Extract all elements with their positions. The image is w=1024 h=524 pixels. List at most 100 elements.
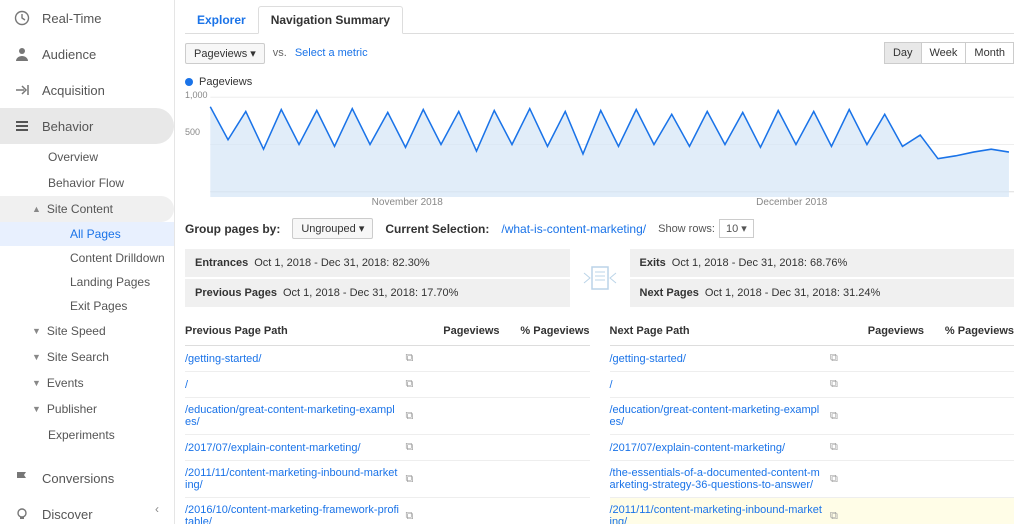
tab-navigation-summary[interactable]: Navigation Summary [258,6,403,34]
external-link-icon[interactable]: ⧉ [406,352,430,365]
table-row: /2017/07/explain-content-marketing/ ⧉ [610,435,1015,461]
y-label: 500 [185,127,200,137]
table-row: /getting-started/ ⧉ [610,346,1015,372]
external-link-icon[interactable]: ⧉ [830,441,854,454]
time-range-buttons: Day Week Month [885,42,1014,64]
table-row: / ⧉ [185,372,590,398]
nav-behavior[interactable]: Behavior [0,108,174,144]
collapse-sidebar-icon[interactable]: ‹ [155,502,159,516]
time-day[interactable]: Day [884,42,922,64]
sub-content-drilldown[interactable]: Content Drilldown [0,246,174,270]
x-label: November 2018 [215,197,600,208]
external-link-icon[interactable]: ⧉ [406,378,430,391]
path-link[interactable]: /2017/07/explain-content-marketing/ [610,442,831,454]
time-week[interactable]: Week [921,42,967,64]
table-row: /2016/10/content-marketing-framework-pro… [185,498,590,524]
select-value: 10 [726,223,738,235]
exits-bar: ExitsOct 1, 2018 - Dec 31, 2018: 68.76% [630,249,1015,277]
nav-acquisition[interactable]: Acquisition [0,72,174,108]
sidebar: Real-Time Audience Acquisition Behavior … [0,0,175,524]
main-content: Explorer Navigation Summary Pageviews ▾ … [175,0,1024,524]
table-row: /education/great-content-marketing-examp… [185,398,590,435]
sub-exit-pages[interactable]: Exit Pages [0,294,174,318]
sub-site-search[interactable]: ▼ Site Search [0,344,174,370]
sub-all-pages[interactable]: All Pages [0,222,174,246]
col-header: % Pageviews [500,325,590,337]
nav-label: Discover [42,507,93,522]
select-metric-link[interactable]: Select a metric [295,47,368,59]
sub-landing-pages[interactable]: Landing Pages [0,270,174,294]
path-link[interactable]: /2016/10/content-marketing-framework-pro… [185,504,406,524]
stat-text: Oct 1, 2018 - Dec 31, 2018: 17.70% [283,287,459,299]
group-dropdown[interactable]: Ungrouped ▾ [292,218,373,239]
person-icon [12,44,32,64]
col-header: Next Page Path [610,325,855,337]
vs-label: vs. [273,47,287,59]
line-chart[interactable] [185,92,1014,197]
metric-dropdown[interactable]: Pageviews ▾ [185,43,265,64]
selection-path-link[interactable]: /what-is-content-marketing/ [501,222,646,236]
sub-label: Publisher [47,402,97,416]
external-link-icon[interactable]: ⧉ [830,352,854,365]
sub-site-speed[interactable]: ▼Site Speed [0,318,174,344]
caret-up-icon: ▲ [32,204,41,214]
path-link[interactable]: /getting-started/ [185,353,406,365]
prev-table-head: Previous Page Path Pageviews % Pageviews [185,317,590,346]
table-row: / ⧉ [610,372,1015,398]
nav-realtime[interactable]: Real-Time [0,0,174,36]
next-table-head: Next Page Path Pageviews % Pageviews [610,317,1015,346]
external-link-icon[interactable]: ⧉ [406,473,430,486]
path-link[interactable]: /getting-started/ [610,353,831,365]
col-header: Pageviews [430,325,500,337]
external-link-icon[interactable]: ⧉ [830,378,854,391]
show-rows-select[interactable]: 10 ▾ [719,219,754,238]
sub-events[interactable]: ▼Events [0,370,174,396]
sub-behavior-flow[interactable]: Behavior Flow [0,170,174,196]
sub-site-content[interactable]: ▲ Site Content [0,196,174,222]
stat-label: Entrances [195,257,248,269]
external-link-icon[interactable]: ⧉ [830,410,854,423]
path-link[interactable]: /2017/07/explain-content-marketing/ [185,442,406,454]
sub-label: Site Speed [47,324,106,338]
table-row: /the-essentials-of-a-documented-content-… [610,461,1015,498]
nav-conversions[interactable]: Conversions [0,460,174,496]
sub-label: Site Search [47,350,109,364]
nav-audience[interactable]: Audience [0,36,174,72]
external-link-icon[interactable]: ⧉ [406,441,430,454]
bulb-icon [12,504,32,524]
flag-icon [12,468,32,488]
caret-down-icon: ▼ [32,352,41,362]
nav-discover[interactable]: Discover [0,496,174,524]
legend-label: Pageviews [199,76,252,88]
path-link[interactable]: /education/great-content-marketing-examp… [610,404,831,428]
stat-label: Next Pages [640,287,699,299]
selection-label: Current Selection: [385,222,489,236]
external-link-icon[interactable]: ⧉ [830,473,854,486]
sub-overview[interactable]: Overview [0,144,174,170]
external-link-icon[interactable]: ⧉ [406,510,430,523]
nav-label: Real-Time [42,11,101,26]
path-link[interactable]: /the-essentials-of-a-documented-content-… [610,467,831,491]
y-label: 1,000 [185,90,208,100]
external-link-icon[interactable]: ⧉ [406,410,430,423]
x-label: December 2018 [600,197,985,208]
nav-label: Conversions [42,471,114,486]
path-link[interactable]: /2011/11/content-marketing-inbound-marke… [610,504,831,524]
sub-label: Events [47,376,84,390]
tab-explorer[interactable]: Explorer [185,7,258,33]
sub-publisher[interactable]: ▼ Publisher [0,396,174,422]
stat-label: Exits [640,257,666,269]
sub-experiments[interactable]: Experiments [0,422,174,448]
path-link[interactable]: /education/great-content-marketing-examp… [185,404,406,428]
next-table: /getting-started/ ⧉ / ⧉ /education/great… [610,346,1015,524]
path-link[interactable]: /2011/11/content-marketing-inbound-marke… [185,467,406,491]
stat-text: Oct 1, 2018 - Dec 31, 2018: 82.30% [254,257,430,269]
time-month[interactable]: Month [965,42,1014,64]
external-link-icon[interactable]: ⧉ [830,510,854,523]
caret-down-icon: ▼ [32,404,41,414]
stat-text: Oct 1, 2018 - Dec 31, 2018: 31.24% [705,287,881,299]
path-link[interactable]: / [610,379,831,391]
legend-dot-icon [185,78,193,86]
nav-label: Audience [42,47,96,62]
path-link[interactable]: / [185,379,406,391]
